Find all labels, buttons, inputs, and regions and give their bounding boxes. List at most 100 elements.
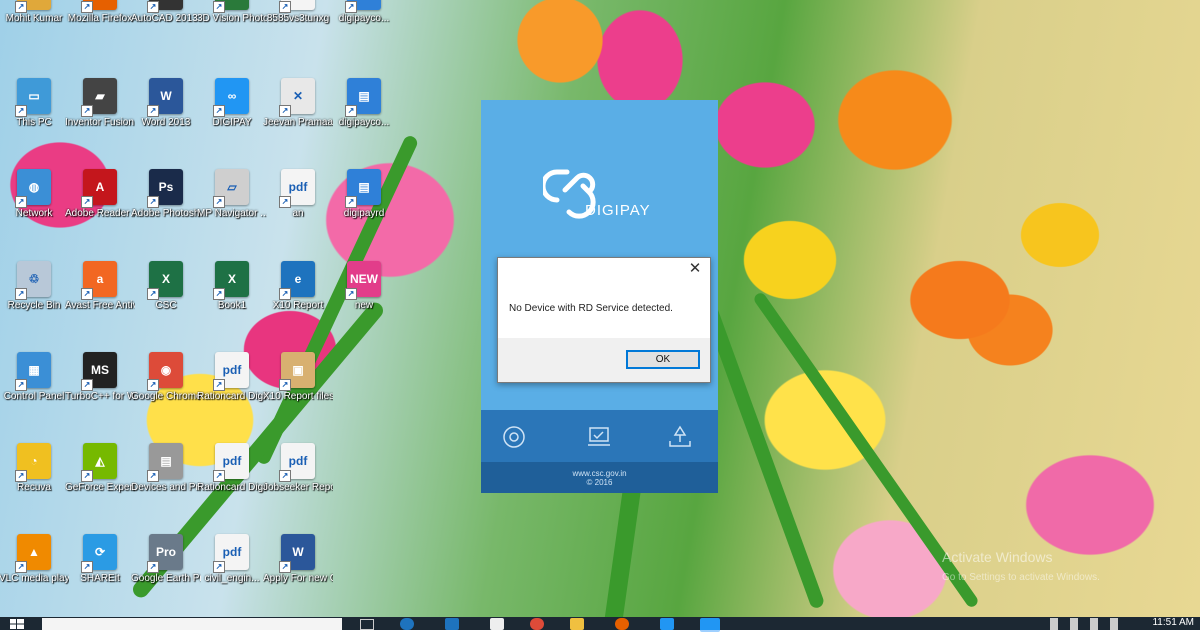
taskbar: 11:51 AM bbox=[0, 617, 1200, 632]
tray-icon[interactable] bbox=[1110, 618, 1118, 630]
desktop-icon[interactable]: ▦ ↗ Control Panel bbox=[0, 346, 68, 432]
desktop-icon-image: a ↗ bbox=[81, 261, 117, 300]
desktop-icon[interactable]: ◉↗Mozilla Firefox bbox=[66, 0, 134, 54]
desktop-icon-image: ◭ ↗ bbox=[81, 443, 117, 482]
file-explorer-icon[interactable] bbox=[570, 618, 584, 630]
desktop-icon-image: Pro ↗ bbox=[147, 534, 183, 573]
task-view-icon[interactable] bbox=[360, 619, 374, 630]
start-windows-icon[interactable] bbox=[10, 618, 24, 630]
store-icon[interactable] bbox=[490, 618, 504, 630]
ie-icon[interactable] bbox=[445, 618, 459, 630]
desktop-icon[interactable]: ◍ ↗ Network bbox=[0, 163, 68, 249]
desktop-icon[interactable]: e ↗ X10 Report bbox=[264, 255, 332, 341]
desktop-icon[interactable]: ▣ ↗ X10 Report files bbox=[263, 346, 333, 432]
desktop-icon[interactable]: ▤↗digipayco... bbox=[330, 72, 398, 158]
desktop-icon-label: Word 2013 bbox=[141, 117, 191, 128]
upload-icon[interactable] bbox=[667, 424, 693, 450]
desktop-icon-label: Adobe Photosh... bbox=[131, 208, 201, 219]
desktop-icon[interactable]: ◔ ↗ Recuva bbox=[0, 437, 68, 523]
desktop-icon-label: 8585vs3tunxg bbox=[266, 13, 330, 24]
desktop-icon-image: ♲ ↗ bbox=[15, 261, 51, 300]
desktop-icon[interactable]: X ↗ Book1 bbox=[198, 255, 266, 341]
shortcut-arrow-icon: ↗ bbox=[15, 1, 27, 13]
desktop-icon-label: new bbox=[354, 300, 374, 311]
tray-icon[interactable] bbox=[1090, 618, 1098, 630]
desktop-icon[interactable]: pdf↗Rationcard Digitization bbox=[197, 346, 267, 432]
desktop-icon[interactable]: pdf↗Jobseeker Report bbox=[263, 437, 333, 523]
activate-windows-hint: Go to Settings to activate Windows. bbox=[942, 572, 1100, 583]
desktop-icon[interactable]: ▰↗Inventor Fusion 2013 bbox=[65, 72, 135, 158]
desktop-icon-image: pdf↗ bbox=[213, 443, 249, 482]
desktop-icon-image: NEW ↗ bbox=[345, 261, 381, 300]
desktop-icon-label: an bbox=[292, 208, 304, 219]
digipay-taskbar-icon[interactable] bbox=[660, 618, 674, 630]
desktop-icon[interactable]: X ↗ CSC bbox=[132, 255, 200, 341]
desktop-icon-label: Apply For new CSC ... bbox=[263, 573, 333, 584]
desktop-icon[interactable]: A↗AutoCAD 2013 - E... bbox=[131, 0, 201, 54]
desktop-icon[interactable]: ▤↗Devices and Printers - ... bbox=[131, 437, 201, 523]
desktop-icon[interactable]: pdf ↗ an bbox=[264, 163, 332, 249]
tray-icon[interactable] bbox=[1070, 618, 1078, 630]
desktop-icon[interactable]: A ↗ Adobe Reader XI bbox=[65, 163, 135, 249]
desktop-icon[interactable]: a↗Avast Free Antivirus bbox=[65, 255, 135, 341]
desktop-icon[interactable]: pdf ↗ civil_engin... bbox=[198, 528, 266, 614]
shortcut-arrow-icon: ↗ bbox=[345, 1, 357, 13]
desktop-icon[interactable]: pdf↗8585vs3tunxg bbox=[264, 0, 332, 54]
desktop-icon[interactable]: ◭↗GeForce Experience bbox=[65, 437, 135, 523]
desktop-icon-image: ◔ ↗ bbox=[15, 443, 51, 482]
dialog-close-button[interactable]: ✕ bbox=[686, 260, 704, 278]
taskbar-clock[interactable]: 11:51 AM bbox=[1152, 617, 1194, 628]
desktop-icon[interactable]: ▱ ↗ MP Navigator ... bbox=[197, 163, 267, 249]
desktop-icon[interactable]: pdf↗Rationcard Digitizationf bbox=[197, 437, 267, 523]
edge-icon[interactable] bbox=[400, 618, 414, 630]
desktop-icon[interactable]: ▭ ↗ This PC bbox=[0, 72, 68, 158]
desktop-icon[interactable]: NEW ↗ new bbox=[330, 255, 398, 341]
desktop-icon-image: ▦ ↗ bbox=[15, 352, 51, 391]
desktop-icon-image: ▭ ↗ bbox=[15, 78, 51, 117]
desktop-icon[interactable]: ◉ ↗ Google Chrome bbox=[131, 346, 201, 432]
desktop-icon[interactable]: Pro ↗ Google Earth Pro bbox=[131, 528, 201, 614]
desktop-icon[interactable]: 👤↗Mohit Kumar bbox=[0, 0, 68, 54]
footer-url: www.csc.gov.in bbox=[572, 469, 627, 478]
footer-copyright: © 2016 bbox=[586, 478, 613, 487]
desktop-icon-label: X10 Report files bbox=[263, 391, 333, 402]
desktop-icon[interactable]: ▲↗VLC media player bbox=[0, 528, 69, 614]
desktop-icon-image: ▱ ↗ bbox=[213, 169, 249, 208]
firefox-icon[interactable] bbox=[615, 618, 629, 630]
desktop-icon[interactable]: W ↗ Word 2013 bbox=[132, 72, 200, 158]
shortcut-arrow-icon: ↗ bbox=[213, 470, 225, 482]
digipay-brand-text: DIGIPAY bbox=[585, 202, 651, 219]
desktop-icon-image: ▤↗ bbox=[147, 443, 183, 482]
desktop-icon[interactable]: ◈↗3D Vision Photo Viewer bbox=[197, 0, 267, 54]
desktop-icon-image: W ↗ bbox=[147, 78, 183, 117]
desktop-icon[interactable]: ▤ ↗ digipayrd bbox=[330, 163, 398, 249]
shortcut-arrow-icon: ↗ bbox=[213, 196, 225, 208]
desktop-icon-image: ⟳ ↗ bbox=[81, 534, 117, 573]
desktop-icon[interactable]: Ps ↗ Adobe Photosh... bbox=[131, 163, 201, 249]
desktop-icon-label: Inventor Fusion 2013 bbox=[65, 117, 135, 128]
shortcut-arrow-icon: ↗ bbox=[15, 288, 27, 300]
desktop-icon-label: TurboC++ for Windo... bbox=[65, 391, 135, 402]
shortcut-arrow-icon: ↗ bbox=[213, 379, 225, 391]
ok-button[interactable]: OK bbox=[626, 350, 700, 369]
tray-icon[interactable] bbox=[1050, 618, 1058, 630]
taskbar-search-box[interactable] bbox=[42, 618, 342, 630]
desktop-icon[interactable]: ∞ ↗ DIGIPAY bbox=[198, 72, 266, 158]
desktop-icon[interactable]: MS↗TurboC++ for Windo... bbox=[65, 346, 135, 432]
desktop-icon[interactable]: ⟳ ↗ SHAREit bbox=[66, 528, 134, 614]
desktop-icon-label: digipayrd bbox=[343, 208, 385, 219]
device-check-icon[interactable] bbox=[586, 424, 612, 450]
desktop-icon-label: This PC bbox=[16, 117, 52, 128]
desktop-icon[interactable]: ♲ ↗ Recycle Bin bbox=[0, 255, 68, 341]
desktop-icon[interactable]: W↗Apply For new CSC ... bbox=[263, 528, 333, 614]
chrome-icon[interactable] bbox=[530, 618, 544, 630]
message-dialog[interactable]: ✕ No Device with RD Service detected. OK bbox=[497, 257, 711, 383]
desktop-icon-label: Recuva bbox=[17, 482, 51, 493]
shortcut-arrow-icon: ↗ bbox=[279, 379, 291, 391]
shortcut-arrow-icon: ↗ bbox=[81, 288, 93, 300]
desktop-icon-image: A↗ bbox=[147, 0, 183, 13]
desktop-icon[interactable]: ▤↗digipayco... bbox=[330, 0, 398, 54]
desktop-icon[interactable]: ✕ ↗ Jeevan Pramaan bbox=[263, 72, 333, 158]
globe-settings-icon[interactable] bbox=[501, 424, 527, 450]
shortcut-arrow-icon: ↗ bbox=[279, 470, 291, 482]
